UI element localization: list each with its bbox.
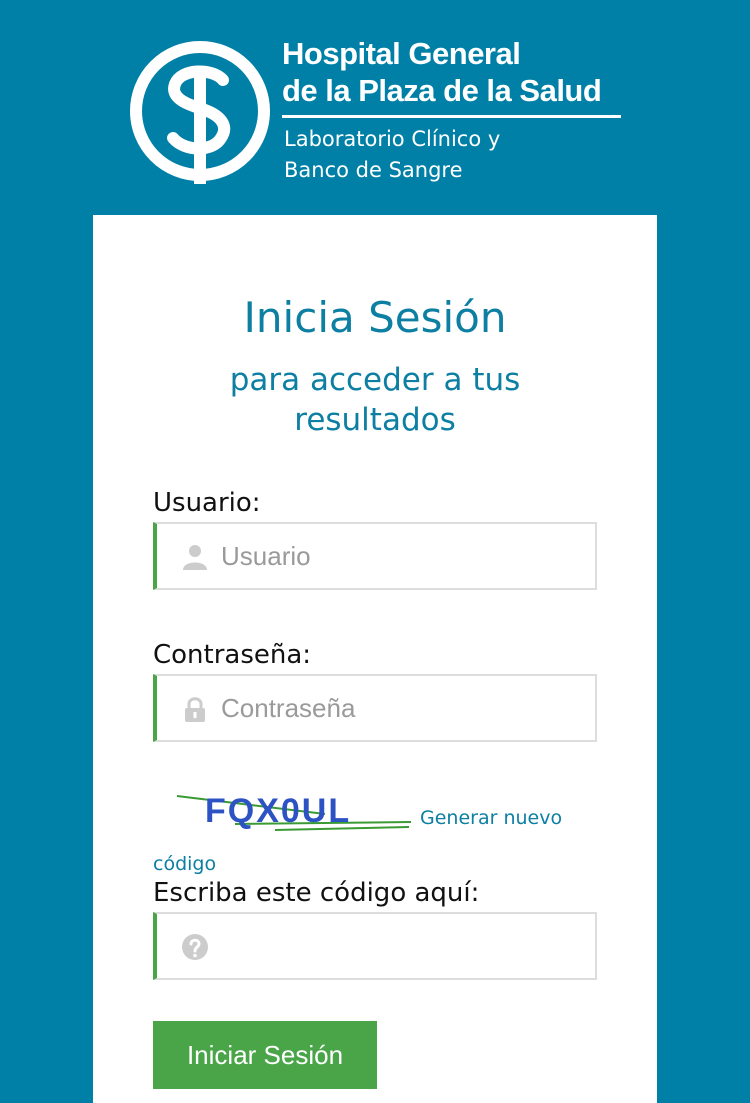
login-subtitle: para acceder a tus resultados xyxy=(0,360,750,440)
user-icon xyxy=(183,545,207,570)
login-subtitle-text: para acceder a tus resultados xyxy=(229,362,521,438)
header: Hospital General de la Plaza de la Salud… xyxy=(0,0,750,215)
username-input[interactable] xyxy=(221,534,581,578)
username-label: Usuario: xyxy=(153,488,261,518)
password-label: Contraseña: xyxy=(153,640,312,670)
lab-name-line-2: Banco de Sangre xyxy=(284,158,463,182)
captcha-label: Escriba este código aquí: xyxy=(153,878,480,908)
lock-icon xyxy=(185,697,205,722)
login-title: Inicia Sesión xyxy=(243,293,507,342)
username-field[interactable] xyxy=(153,522,597,590)
password-input[interactable] xyxy=(221,686,581,730)
login-button[interactable]: Iniciar Sesión xyxy=(153,1021,377,1089)
lab-name-line-1: Laboratorio Clínico y xyxy=(284,127,501,151)
password-field[interactable] xyxy=(153,674,597,742)
regenerate-captcha-link[interactable]: Generar nuevo código xyxy=(153,795,573,887)
captcha-field[interactable] xyxy=(153,912,597,980)
hospital-name-line-1: Hospital General xyxy=(282,36,521,71)
hospital-logo xyxy=(130,41,270,184)
captcha-input[interactable] xyxy=(221,924,581,968)
logo-divider xyxy=(282,115,621,118)
hospital-name-line-2: de la Plaza de la Salud xyxy=(282,73,602,108)
question-icon xyxy=(182,934,208,960)
